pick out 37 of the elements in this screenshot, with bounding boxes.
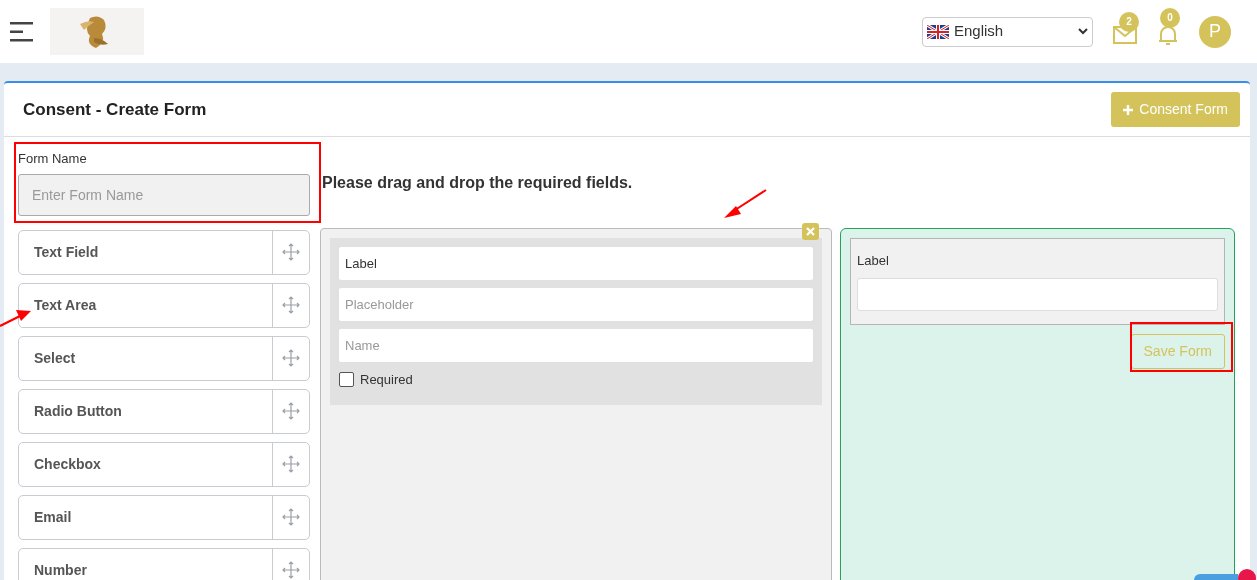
flag-icon <box>927 24 949 39</box>
move-icon <box>282 508 300 526</box>
settings-input[interactable]: Label <box>339 247 813 280</box>
notification-count-badge: 0 <box>1160 7 1180 28</box>
mail-icon[interactable] <box>1113 25 1137 44</box>
preview-field-label: Label <box>857 252 890 270</box>
move-icon <box>282 349 300 367</box>
move-icon <box>282 561 300 579</box>
move-icon <box>282 402 300 420</box>
required-checkbox[interactable] <box>339 372 354 388</box>
chevron-down-icon <box>1078 28 1088 35</box>
close-button[interactable] <box>802 223 819 240</box>
move-icon <box>282 455 300 473</box>
form-name-input[interactable]: Enter Form Name <box>18 173 310 216</box>
language-select[interactable]: English <box>922 16 1093 47</box>
instruction-text: Please drag and drop the required fields. <box>322 172 633 193</box>
menu-icon[interactable] <box>10 20 34 43</box>
field-type-item[interactable]: Text Field <box>18 229 310 275</box>
preview-input[interactable] <box>857 277 1218 311</box>
required-label: Required <box>360 371 413 389</box>
field-type-item[interactable]: Radio Button <box>18 388 310 434</box>
field-type-item[interactable]: Text Area <box>18 282 310 328</box>
move-icon <box>282 243 300 261</box>
settings-input[interactable]: Name <box>339 329 813 362</box>
field-type-item[interactable]: Select <box>18 335 310 381</box>
card-title: Consent - Create Form <box>23 98 207 121</box>
language-label: English <box>954 21 1005 42</box>
close-icon <box>806 227 815 236</box>
plus-icon <box>1123 104 1134 115</box>
message-count-badge: 2 <box>1119 11 1139 32</box>
form-name-label: Form Name <box>18 150 88 168</box>
move-icon <box>282 296 300 314</box>
settings-input[interactable]: Placeholder <box>339 288 813 321</box>
field-type-item[interactable]: Checkbox <box>18 441 310 487</box>
arrow <box>722 188 768 220</box>
field-type-item[interactable]: Email <box>18 494 310 540</box>
field-type-item[interactable]: Number <box>18 547 310 580</box>
